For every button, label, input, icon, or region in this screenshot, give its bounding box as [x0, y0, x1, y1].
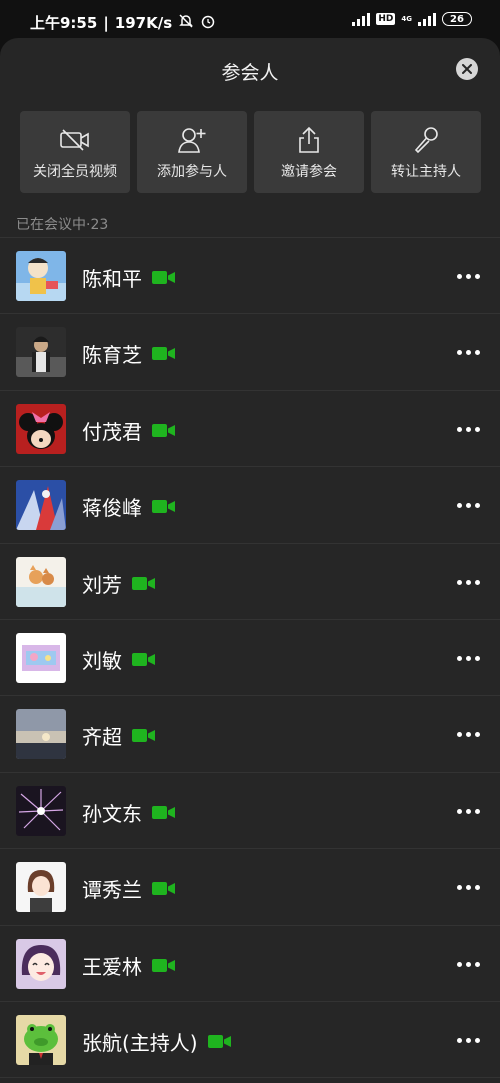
more-options-button[interactable] [457, 579, 480, 585]
more-options-button[interactable] [457, 808, 480, 814]
video-off-icon [59, 125, 91, 155]
participant-row[interactable]: 刘敏 [0, 620, 500, 697]
transfer-host-button[interactable]: 转让主持人 [371, 111, 481, 193]
turn-off-all-video-button[interactable]: 关闭全员视频 [20, 111, 130, 193]
more-options-button[interactable] [457, 426, 480, 432]
action-label: 邀请参会 [281, 164, 337, 180]
participant-list: 陈和平 陈育芝 付茂君 蒋俊峰 刘芳 刘敏 齐超 孙文东 谭秀兰 王爱林 张航(… [0, 238, 500, 1079]
participant-row[interactable]: 陈和平 [0, 238, 500, 315]
participant-name: 刘敏 [82, 648, 122, 673]
participant-row[interactable]: 齐超 [0, 696, 500, 773]
more-options-button[interactable] [457, 732, 480, 738]
status-time: 上午9:55 [30, 14, 98, 32]
invite-button[interactable]: 邀请参会 [254, 111, 364, 193]
participant-row[interactable]: 孙文东 [0, 773, 500, 850]
microphone-icon [412, 125, 440, 155]
more-options-button[interactable] [457, 350, 480, 356]
video-on-icon [152, 805, 176, 820]
status-left: 上午9:55 | 197K/s [30, 12, 216, 33]
action-label: 添加参与人 [157, 164, 227, 180]
add-participant-button[interactable]: 添加参与人 [137, 111, 247, 193]
status-separator: | [103, 13, 109, 32]
action-bar: 关闭全员视频 添加参与人 邀请参会 转让主持人 [20, 111, 481, 193]
close-button[interactable] [456, 58, 478, 80]
avatar [16, 480, 66, 531]
participants-sheet: 参会人 关闭全员视频 添加参与人 邀请参会 转让主持人 已在会议中·23 陈和平… [0, 38, 500, 1083]
mute-bell-icon [178, 13, 194, 33]
status-right: HD 4G 26 [352, 12, 472, 26]
more-options-button[interactable] [457, 885, 480, 891]
participant-row[interactable]: 陈育芝 [0, 314, 500, 391]
avatar [16, 862, 66, 913]
sheet-title: 参会人 [221, 62, 279, 84]
avatar [16, 632, 66, 683]
video-on-icon [132, 728, 156, 743]
avatar [16, 938, 66, 989]
signal-icon [352, 12, 371, 26]
hd-badge: HD [376, 13, 396, 25]
participant-row[interactable]: 蒋俊峰 [0, 467, 500, 544]
video-on-icon [152, 423, 176, 438]
add-person-icon [177, 125, 207, 155]
status-speed: 197K/s [114, 13, 173, 32]
participant-name: 王爱林 [82, 954, 142, 979]
participant-name: 陈和平 [82, 267, 142, 291]
participant-name: 谭秀兰 [82, 878, 142, 903]
participant-row[interactable]: 王爱林 [0, 926, 500, 1002]
participant-row[interactable]: 谭秀兰 [0, 849, 500, 926]
signal-icon-2 [418, 12, 436, 26]
more-options-button[interactable] [457, 503, 480, 509]
action-label: 转让主持人 [391, 164, 461, 180]
share-icon [297, 125, 321, 155]
video-on-icon [152, 881, 176, 896]
action-label: 关闭全员视频 [33, 164, 117, 180]
participant-name: 齐超 [82, 725, 122, 750]
video-on-icon [207, 1034, 232, 1049]
participant-row[interactable]: 刘芳 [0, 544, 500, 620]
video-on-icon [152, 270, 176, 285]
participant-name: 陈育芝 [82, 343, 142, 368]
close-icon [462, 64, 472, 74]
participant-row[interactable]: 付茂君 [0, 391, 500, 468]
more-options-button[interactable] [457, 274, 480, 279]
more-options-button[interactable] [457, 1037, 480, 1043]
video-on-icon [132, 576, 156, 591]
more-options-button[interactable] [457, 655, 480, 661]
avatar [16, 403, 66, 454]
avatar [16, 327, 66, 378]
avatar [16, 709, 66, 760]
participant-name: 付茂君 [82, 419, 142, 444]
video-on-icon [152, 346, 176, 361]
more-options-button[interactable] [457, 961, 480, 967]
participant-row[interactable]: 张航(主持人) [0, 1002, 500, 1079]
in-meeting-count: 已在会议中·23 [16, 217, 109, 233]
alarm-icon [200, 13, 216, 33]
avatar [16, 1014, 66, 1065]
network-type: 4G [401, 14, 412, 23]
avatar [16, 785, 66, 836]
participant-name: 张航(主持人) [82, 1030, 198, 1055]
video-on-icon [152, 958, 176, 973]
participant-name: 孙文东 [82, 801, 142, 826]
avatar [16, 251, 66, 301]
video-on-icon [152, 499, 176, 514]
participant-name: 刘芳 [82, 572, 122, 597]
battery-icon: 26 [442, 12, 472, 26]
video-on-icon [132, 652, 156, 667]
avatar [16, 556, 66, 607]
participant-name: 蒋俊峰 [82, 496, 142, 521]
